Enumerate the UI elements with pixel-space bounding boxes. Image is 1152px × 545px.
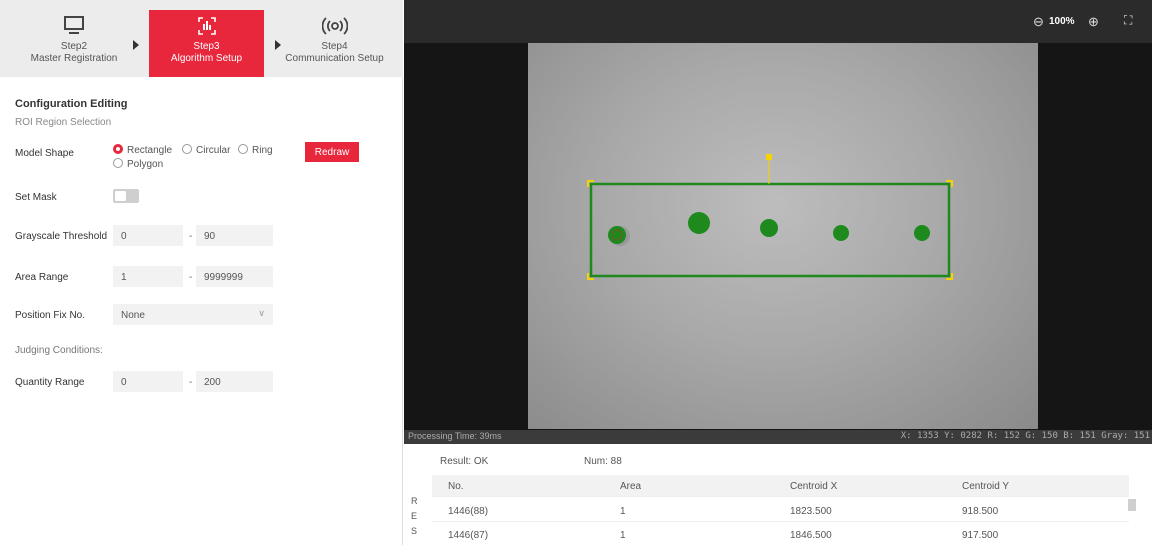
quantity-max-input[interactable]: 200: [196, 371, 273, 392]
toggle-knob: [115, 191, 126, 201]
fullscreen-icon[interactable]: ⛶: [1124, 13, 1132, 28]
step-number: Step4: [321, 41, 348, 52]
detected-blob: [914, 225, 930, 241]
area-min-input[interactable]: 1: [113, 266, 183, 287]
step-number: Step2: [60, 41, 88, 52]
camera-image[interactable]: [528, 43, 1038, 429]
status-bar: Processing Time: 39ms X: 1353 Y: 0282 R:…: [404, 430, 1152, 444]
grayscale-threshold-label: Grayscale Threshold: [15, 231, 108, 242]
range-dash: -: [189, 377, 193, 388]
step-master-registration[interactable]: Step2 Master Registration: [0, 10, 148, 77]
radio-circular[interactable]: Circular: [182, 144, 230, 156]
table-header: No. Area Centroid X Centroid Y: [432, 475, 1129, 497]
results-side-tab[interactable]: R E S: [404, 444, 424, 545]
detected-blob: [760, 219, 778, 237]
range-dash: -: [189, 272, 193, 283]
cell-no: 1446(87): [448, 530, 489, 541]
cell-no: 1446(88): [448, 506, 489, 517]
set-mask-toggle[interactable]: [113, 189, 139, 203]
step-number: Step3: [193, 41, 220, 52]
radio-empty-icon: [182, 144, 192, 154]
radio-label: Circular: [196, 145, 231, 156]
radio-polygon[interactable]: Polygon: [113, 158, 163, 170]
section-title: Configuration Editing: [15, 98, 128, 110]
table-row[interactable]: 1446(87) 1 1846.500 917.500: [432, 524, 1129, 545]
radio-empty-icon: [113, 158, 123, 168]
step-name: Communication Setup: [285, 53, 384, 64]
judging-conditions-label: Judging Conditions:: [15, 345, 103, 356]
radio-rectangle[interactable]: Rectangle: [113, 144, 172, 156]
cell-centroid-x: 1823.500: [790, 506, 832, 517]
cell-area: 1: [620, 530, 626, 541]
select-value: None: [121, 310, 145, 321]
area-range-label: Area Range: [15, 272, 69, 283]
column-header: No.: [448, 481, 464, 492]
detected-blob: [608, 226, 626, 244]
roi-overlay[interactable]: [528, 43, 1038, 429]
step-arrow-icon: [133, 40, 139, 50]
detected-blob: [833, 225, 849, 241]
position-fix-label: Position Fix No.: [15, 310, 86, 321]
radio-label: Rectangle: [127, 145, 173, 156]
chevron-down-icon: ∨: [258, 308, 265, 318]
viewer-toolbar: ⊖ 100% ⊕ ⛶: [404, 0, 1152, 43]
radio-ring[interactable]: Ring: [238, 144, 273, 156]
image-viewer[interactable]: ⊖ 100% ⊕ ⛶ Processing Time: 39ms X: 1353…: [404, 0, 1152, 444]
cell-centroid-x: 1846.500: [790, 530, 832, 541]
roi-subtitle: ROI Region Selection: [15, 117, 112, 128]
step-name: Master Registration: [30, 53, 118, 64]
processing-time: Processing Time: 39ms: [408, 431, 502, 441]
model-shape-label: Model Shape: [15, 148, 74, 159]
side-letter: R: [411, 496, 418, 506]
detected-blob: [688, 212, 710, 234]
table-row[interactable]: 1446(88) 1 1823.500 918.500: [432, 500, 1129, 522]
result-count: Num: 88: [584, 456, 622, 467]
side-letter: S: [411, 526, 418, 536]
area-max-input[interactable]: 9999999: [196, 266, 273, 287]
algorithm-icon: [149, 16, 264, 36]
quantity-range-label: Quantity Range: [15, 377, 85, 388]
zoom-in-icon[interactable]: ⊕: [1088, 14, 1099, 30]
cell-centroid-y: 917.500: [962, 530, 999, 541]
zoom-out-icon[interactable]: ⊖: [1033, 14, 1044, 30]
results-panel: R E S Result: OK Num: 88 No. Area Centro…: [404, 444, 1152, 545]
set-mask-label: Set Mask: [15, 192, 57, 203]
step-name: Algorithm Setup: [170, 53, 243, 64]
position-fix-select[interactable]: None ∨: [113, 304, 273, 325]
radio-label: Polygon: [127, 159, 164, 170]
side-letter: E: [411, 511, 418, 521]
column-header: Centroid X: [790, 481, 838, 492]
config-panel: Step2 Master Registration Step3 Algorith…: [0, 0, 403, 545]
monitor-icon: [0, 16, 148, 36]
step-communication-setup[interactable]: Step4 Communication Setup: [266, 10, 403, 77]
step-bar: Step2 Master Registration Step3 Algorith…: [0, 0, 403, 77]
radio-label: Ring: [252, 145, 273, 156]
radio-empty-icon: [238, 144, 248, 154]
broadcast-icon: [266, 16, 403, 36]
radio-selected-icon: [113, 144, 123, 154]
column-header: Area: [620, 481, 642, 492]
step-algorithm-setup[interactable]: Step3 Algorithm Setup: [149, 10, 264, 77]
grayscale-max-input[interactable]: 90: [196, 225, 273, 246]
table-scrollbar[interactable]: [1128, 499, 1136, 511]
cell-area: 1: [620, 506, 626, 517]
grayscale-min-input[interactable]: 0: [113, 225, 183, 246]
quantity-min-input[interactable]: 0: [113, 371, 183, 392]
zoom-level: 100%: [1049, 16, 1075, 27]
range-dash: -: [189, 231, 193, 242]
cell-centroid-y: 918.500: [962, 506, 999, 517]
rotate-handle[interactable]: [766, 154, 772, 160]
result-status: Result: OK: [440, 456, 489, 467]
column-header: Centroid Y: [962, 481, 1010, 492]
pixel-readout: X: 1353 Y: 0282 R: 152 G: 150 B: 151 Gra…: [900, 431, 1150, 441]
redraw-button[interactable]: Redraw: [305, 142, 359, 162]
